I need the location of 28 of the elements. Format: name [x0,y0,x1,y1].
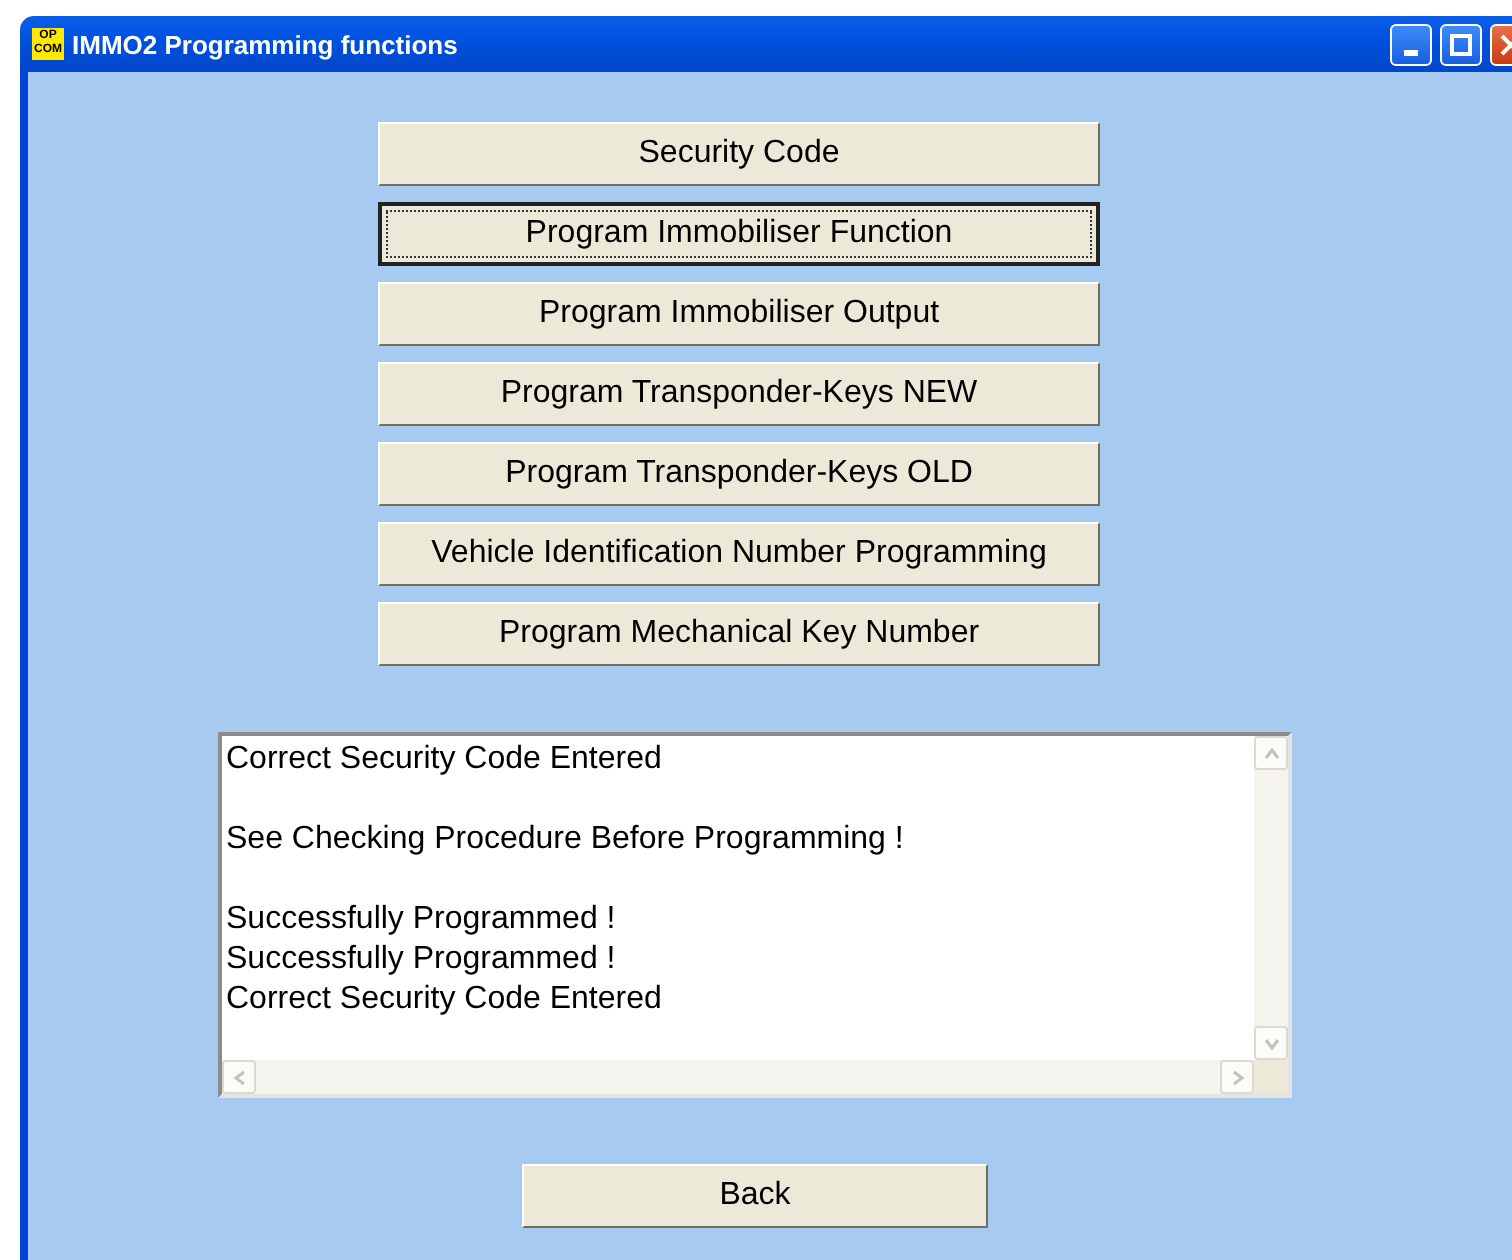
maximize-button[interactable] [1440,23,1482,65]
window-title: IMMO2 Programming functions [72,29,460,59]
chevron-icon [229,1067,249,1087]
function-button[interactable]: Security Code [378,122,1100,186]
log-line: Successfully Programmed ! [226,940,618,980]
log-line: See Checking Procedure Before Programming ! [226,820,906,860]
log-line: Correct Security Code Entered [226,740,664,780]
back-button[interactable]: Back [522,1164,988,1228]
maximize-icon [1450,33,1472,55]
horizontal-scrollbar[interactable] [222,1060,1254,1094]
log-text-area[interactable]: Correct Security Code Entered See Checking Procedure Before Programming ! Successfully Programmed ! Successfully Programmed ! Correct Security Code Entered [218,732,1292,1098]
scroll-up-button[interactable] [1254,736,1288,770]
chevron-icon [1261,743,1281,763]
minimize-icon [1404,49,1418,55]
minimize-button[interactable] [1390,23,1432,65]
log-line: Successfully Programmed ! [226,900,618,940]
function-button[interactable]: Vehicle Identification Number Programming [378,522,1100,586]
log-line: Correct Security Code Entered [226,980,664,1020]
function-button[interactable]: Program Immobiliser Function [378,202,1100,266]
function-button[interactable]: Program Transponder-Keys NEW [378,362,1100,426]
function-button[interactable]: Program Transponder-Keys OLD [378,442,1100,506]
function-button[interactable]: Program Immobiliser Output [378,282,1100,346]
vertical-scrollbar[interactable] [1254,736,1288,1060]
function-button[interactable]: Program Mechanical Key Number [378,602,1100,666]
scroll-down-button[interactable] [1254,1026,1288,1060]
scroll-left-button[interactable] [222,1060,256,1094]
scrollbar-corner [1254,1060,1288,1094]
scroll-right-button[interactable] [1220,1060,1254,1094]
